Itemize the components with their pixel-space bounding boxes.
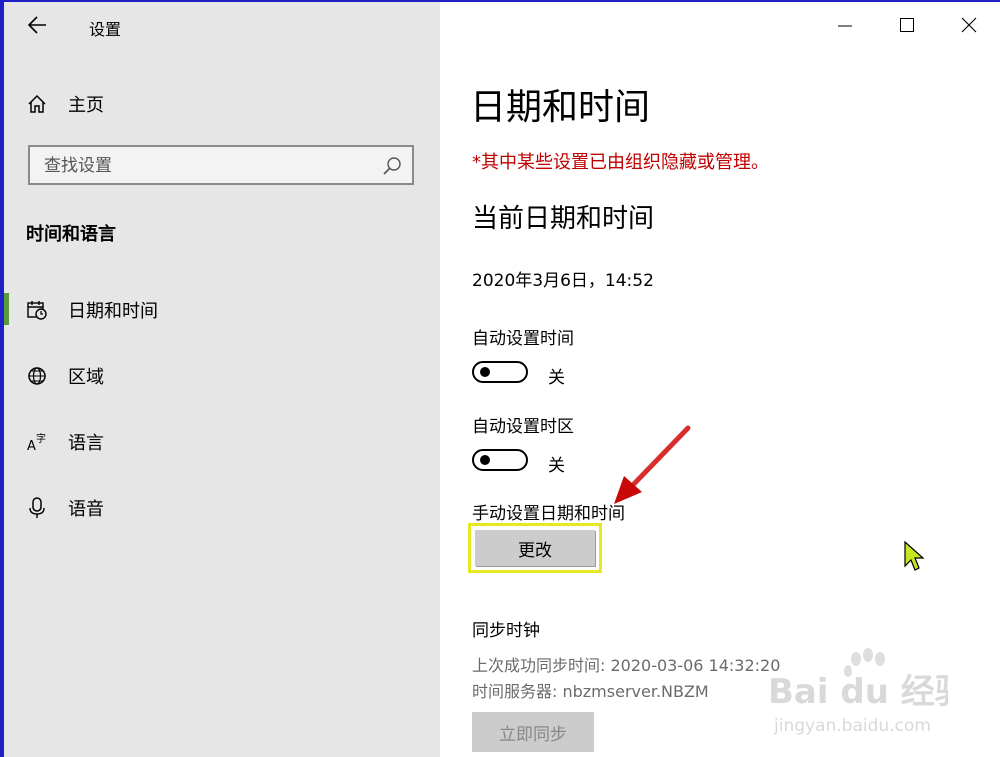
auto-timezone-label: 自动设置时区 <box>472 417 574 437</box>
app-title: 设置 <box>89 20 122 39</box>
language-icon: A 字 <box>27 432 46 453</box>
baidu-watermark: Bai du 经验 jingyan.baidu.com <box>768 648 948 736</box>
mouse-cursor <box>904 540 925 571</box>
sidebar-item-label: 语言 <box>68 433 104 454</box>
auto-timezone-state: 关 <box>548 456 565 476</box>
current-datetime-heading: 当前日期和时间 <box>472 204 655 234</box>
last-sync-text: 上次成功同步时间: 2020-03-06 14:32:20 <box>472 656 781 675</box>
back-button[interactable] <box>24 12 54 38</box>
sync-heading: 同步时钟 <box>472 621 540 641</box>
annotation-arrow <box>614 425 691 504</box>
back-arrow-icon <box>27 16 46 34</box>
svg-text:A: A <box>27 439 36 453</box>
page-title: 日期和时间 <box>470 87 651 128</box>
search-input[interactable] <box>42 153 376 179</box>
sidebar-item-speech[interactable]: 语音 <box>4 487 440 527</box>
change-button-highlight: 更改 <box>468 523 602 573</box>
toggle-knob <box>480 367 490 377</box>
minimize-button[interactable] <box>814 2 876 52</box>
maximize-button[interactable] <box>876 2 938 52</box>
sidebar-item-label: 日期和时间 <box>68 301 158 322</box>
auto-time-label: 自动设置时间 <box>472 329 574 349</box>
microphone-icon <box>29 497 45 518</box>
time-server-text: 时间服务器: nbzmserver.NBZM <box>472 682 709 701</box>
maximize-icon <box>900 18 914 32</box>
auto-time-toggle[interactable] <box>472 361 528 383</box>
minimize-icon <box>838 25 852 27</box>
settings-window: 设置 主页 时间和语言 日期和时间 <box>4 2 1000 757</box>
sidebar-item-region[interactable]: 区域 <box>4 355 440 395</box>
section-title: 时间和语言 <box>26 224 116 245</box>
sidebar-item-home[interactable]: 主页 <box>26 90 104 118</box>
home-icon <box>28 94 46 113</box>
search-icon[interactable] <box>382 156 402 176</box>
change-button[interactable]: 更改 <box>475 530 595 566</box>
sidebar-item-label: 主页 <box>68 95 104 116</box>
policy-warning: *其中某些设置已由组织隐藏或管理。 <box>472 152 769 173</box>
close-button[interactable] <box>938 2 1000 52</box>
sync-now-button[interactable]: 立即同步 <box>472 712 594 752</box>
watermark-brand: Bai du 经验 <box>768 672 948 712</box>
close-icon <box>961 17 977 33</box>
main-content: 日期和时间 *其中某些设置已由组织隐藏或管理。 当前日期和时间 2020年3月6… <box>440 2 1000 757</box>
globe-icon <box>28 367 46 385</box>
sidebar: 设置 主页 时间和语言 日期和时间 <box>4 2 440 757</box>
auto-timezone-toggle[interactable] <box>472 449 528 471</box>
sidebar-item-language[interactable]: A 字 语言 <box>4 421 440 461</box>
sidebar-item-date-time[interactable]: 日期和时间 <box>4 289 440 329</box>
caption-buttons <box>814 2 1000 52</box>
auto-time-state: 关 <box>548 368 565 388</box>
toggle-knob <box>480 455 490 465</box>
watermark-url: jingyan.baidu.com <box>773 716 931 736</box>
current-datetime-value: 2020年3月6日，14:52 <box>472 271 654 291</box>
search-box <box>28 145 414 185</box>
sidebar-item-label: 区域 <box>68 367 104 388</box>
svg-text:字: 字 <box>36 432 46 445</box>
calendar-clock-icon <box>27 301 47 320</box>
sidebar-item-label: 语音 <box>68 499 104 520</box>
